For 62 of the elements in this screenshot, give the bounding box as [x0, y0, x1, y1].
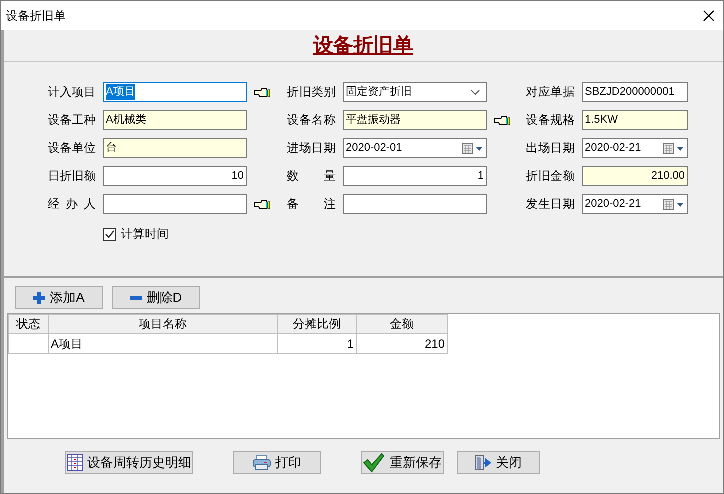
date-picker[interactable]: 2020-02-21 [582, 138, 688, 158]
field-label: 设备规格 [526, 112, 575, 129]
printer-icon [252, 455, 270, 470]
table-cell: A项目 [48, 334, 278, 354]
close-icon[interactable] [703, 10, 715, 22]
date-picker[interactable]: 2020-02-01 [343, 138, 487, 158]
input-field[interactable]: A项目 [103, 82, 247, 102]
field-label: 出场日期 [526, 140, 575, 157]
input-field[interactable] [343, 194, 487, 214]
field-label: 设备单位 [48, 140, 96, 157]
checkmark-icon [363, 452, 385, 472]
field-label: 折旧类别 [287, 84, 336, 101]
plus-icon [33, 292, 46, 304]
checkbox-label: 计算时间 [121, 226, 169, 243]
save-button[interactable]: 重新保存 [361, 451, 444, 474]
window-title: 设备折旧单 [6, 8, 66, 24]
input-field[interactable]: 1.5KW [582, 110, 688, 130]
input-field[interactable]: 10 [103, 166, 247, 186]
field-label: 折旧金额 [526, 168, 575, 185]
form-heading: 设备折旧单 [314, 34, 414, 58]
calendar-icon[interactable] [663, 198, 685, 210]
input-field[interactable]: 210.00 [582, 166, 688, 186]
calendar-icon[interactable] [663, 142, 685, 154]
pointing-hand-icon[interactable] [254, 86, 271, 98]
table-icon [66, 454, 82, 471]
add-button[interactable]: 添加A [15, 286, 103, 309]
input-field[interactable]: 1 [343, 166, 487, 186]
column-header[interactable]: 金额 [356, 314, 448, 334]
date-picker[interactable]: 2020-02-21 [582, 194, 688, 214]
column-header[interactable]: 状态 [8, 314, 48, 334]
field-label: 经 办 人 [48, 196, 96, 213]
column-header[interactable]: 项目名称 [48, 314, 278, 334]
pointing-hand-icon[interactable] [254, 198, 271, 210]
field-label: 进场日期 [287, 140, 336, 157]
table-cell: 210 [356, 334, 448, 354]
field-label: 日折旧额 [48, 168, 96, 185]
calendar-icon[interactable] [462, 142, 484, 154]
close-button[interactable]: 关闭 [457, 451, 540, 474]
print-button[interactable]: 打印 [233, 451, 321, 474]
field-label: 对应单据 [526, 84, 575, 101]
history-button[interactable]: 设备周转历史明细 [65, 451, 193, 474]
chevron-down-icon [471, 90, 480, 94]
input-field[interactable]: 平盘振动器 [343, 110, 487, 130]
column-header[interactable]: 分摊比例 [278, 314, 356, 334]
remove-button[interactable]: 删除D [112, 286, 200, 309]
input-field[interactable]: SBZJD200000001 [582, 82, 688, 102]
table-cell [8, 334, 48, 354]
field-label: 发生日期 [526, 196, 575, 213]
field-label: 计入项目 [48, 84, 96, 101]
table-cell: 1 [278, 334, 356, 354]
field-label: 设备工种 [48, 112, 96, 129]
field-label: 设备名称 [287, 112, 336, 129]
exit-door-icon [475, 454, 491, 470]
input-field[interactable]: A机械类 [103, 110, 247, 130]
pointing-hand-icon[interactable] [494, 114, 511, 126]
input-field[interactable] [103, 194, 247, 214]
field-label: 备 注 [287, 196, 336, 213]
dropdown[interactable]: 固定资产折旧 [343, 82, 487, 102]
minus-icon [130, 296, 142, 300]
field-label: 数 量 [287, 168, 336, 185]
input-field[interactable]: 台 [103, 138, 247, 158]
checkbox[interactable] [103, 228, 116, 240]
